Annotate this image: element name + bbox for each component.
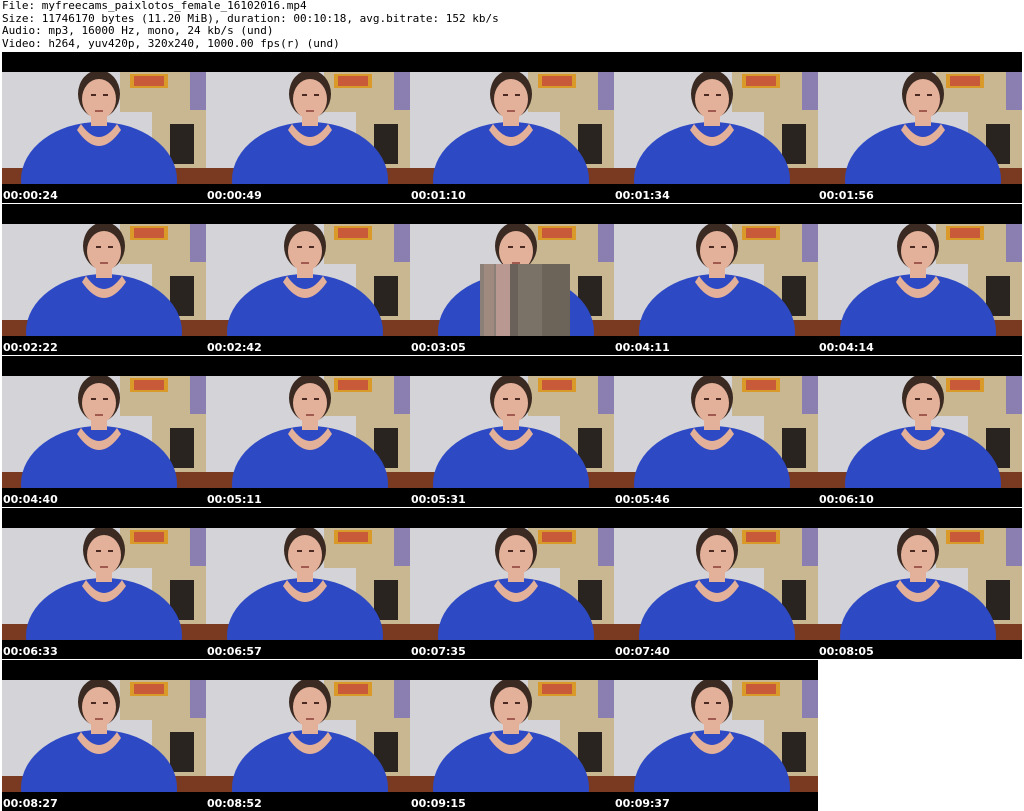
thumbnail-cell[interactable]: 00:06:10	[818, 356, 1022, 507]
thumbnail-cell[interactable]: 00:03:05	[410, 204, 614, 355]
thumbnail-row: 00:06:33 00:06:57 00:07:35 00:07:40 00:08:05	[2, 508, 1022, 659]
frame-timestamp: 00:05:46	[615, 493, 670, 506]
frame-timestamp: 00:01:56	[819, 189, 874, 202]
frame-timestamp: 00:08:52	[207, 797, 262, 810]
frame-timestamp: 00:09:15	[411, 797, 466, 810]
video-frame-thumbnail	[818, 376, 1022, 488]
video-frame-thumbnail	[206, 376, 410, 488]
thumbnail-cell[interactable]: 00:04:14	[818, 204, 1022, 355]
thumbnail-row: 00:04:40 00:05:11 00:05:31 00:05:46 00:06:10	[2, 356, 1022, 507]
frame-timestamp: 00:02:42	[207, 341, 262, 354]
video-frame-thumbnail	[410, 376, 614, 488]
frame-timestamp: 00:00:49	[207, 189, 262, 202]
frame-timestamp: 00:01:34	[615, 189, 670, 202]
video-frame-thumbnail	[2, 224, 206, 336]
thumbnail-cell[interactable]: 00:05:31	[410, 356, 614, 507]
video-frame-thumbnail	[614, 376, 818, 488]
thumbnail-row: 00:02:22 00:02:42 00:03:05 00:04:11 00:04:14	[2, 204, 1022, 355]
file-name: File: myfreecams_paixlotos_female_161020…	[2, 0, 307, 12]
video-frame-thumbnail	[206, 680, 410, 792]
thumbnail-sheet: 00:00:24 00:00:49 00:01:10 00:01:34 00:01:56…	[2, 52, 1022, 811]
frame-timestamp: 00:04:40	[3, 493, 58, 506]
video-frame-thumbnail	[614, 224, 818, 336]
frame-timestamp: 00:06:10	[819, 493, 874, 506]
audio-info: Audio: mp3, 16000 Hz, mono, 24 kb/s (und…	[2, 24, 274, 37]
thumbnail-cell[interactable]: 00:02:42	[206, 204, 410, 355]
thumbnail-cell[interactable]: 00:04:40	[2, 356, 206, 507]
video-frame-thumbnail	[818, 72, 1022, 184]
thumbnail-cell[interactable]: 00:01:10	[410, 52, 614, 203]
video-frame-thumbnail	[818, 528, 1022, 640]
video-frame-thumbnail	[410, 680, 614, 792]
frame-timestamp: 00:03:05	[411, 341, 466, 354]
thumbnail-cell[interactable]: 00:08:27	[2, 660, 206, 811]
thumbnail-cell[interactable]: 00:05:46	[614, 356, 818, 507]
thumbnail-cell[interactable]: 00:02:22	[2, 204, 206, 355]
frame-timestamp: 00:08:27	[3, 797, 58, 810]
frame-timestamp: 00:06:57	[207, 645, 262, 658]
video-frame-thumbnail	[818, 224, 1022, 336]
video-frame-thumbnail	[206, 224, 410, 336]
thumbnail-cell[interactable]: 00:01:56	[818, 52, 1022, 203]
video-frame-thumbnail	[410, 72, 614, 184]
video-frame-thumbnail	[614, 72, 818, 184]
video-info: Video: h264, yuv420p, 320x240, 1000.00 f…	[2, 36, 340, 50]
video-frame-thumbnail	[206, 528, 410, 640]
video-frame-thumbnail	[206, 72, 410, 184]
thumbnail-cell[interactable]: 00:07:40	[614, 508, 818, 659]
video-frame-thumbnail	[410, 224, 614, 336]
frame-timestamp: 00:08:05	[819, 645, 874, 658]
thumbnail-row: 00:08:27 00:08:52 00:09:15 00:09:37	[2, 660, 818, 811]
frame-timestamp: 00:05:31	[411, 493, 466, 506]
thumbnail-cell[interactable]: 00:08:05	[818, 508, 1022, 659]
frame-timestamp: 00:06:33	[3, 645, 58, 658]
frame-timestamp: 00:09:37	[615, 797, 670, 810]
frame-timestamp: 00:00:24	[3, 189, 58, 202]
video-frame-thumbnail	[2, 72, 206, 184]
frame-timestamp: 00:04:11	[615, 341, 670, 354]
video-frame-thumbnail	[2, 528, 206, 640]
thumbnail-cell[interactable]: 00:09:37	[614, 660, 818, 811]
thumbnail-cell[interactable]: 00:06:33	[2, 508, 206, 659]
thumbnail-cell[interactable]: 00:00:24	[2, 52, 206, 203]
thumbnail-cell[interactable]: 00:00:49	[206, 52, 410, 203]
file-info-header: File: myfreecams_paixlotos_female_161020…	[2, 0, 499, 50]
thumbnail-cell[interactable]: 00:07:35	[410, 508, 614, 659]
thumbnail-cell[interactable]: 00:08:52	[206, 660, 410, 811]
video-frame-thumbnail	[614, 680, 818, 792]
thumbnail-cell[interactable]: 00:01:34	[614, 52, 818, 203]
thumbnail-cell[interactable]: 00:04:11	[614, 204, 818, 355]
thumbnail-cell[interactable]: 00:06:57	[206, 508, 410, 659]
frame-timestamp: 00:04:14	[819, 341, 874, 354]
frame-timestamp: 00:01:10	[411, 189, 466, 202]
frame-timestamp: 00:02:22	[3, 341, 58, 354]
video-frame-thumbnail	[614, 528, 818, 640]
frame-timestamp: 00:07:35	[411, 645, 466, 658]
video-frame-thumbnail	[2, 680, 206, 792]
video-frame-thumbnail	[2, 376, 206, 488]
thumbnail-row: 00:00:24 00:00:49 00:01:10 00:01:34 00:01:56	[2, 52, 1022, 203]
frame-timestamp: 00:07:40	[615, 645, 670, 658]
thumbnail-cell[interactable]: 00:05:11	[206, 356, 410, 507]
thumbnail-cell[interactable]: 00:09:15	[410, 660, 614, 811]
frame-timestamp: 00:05:11	[207, 493, 262, 506]
video-frame-thumbnail	[410, 528, 614, 640]
